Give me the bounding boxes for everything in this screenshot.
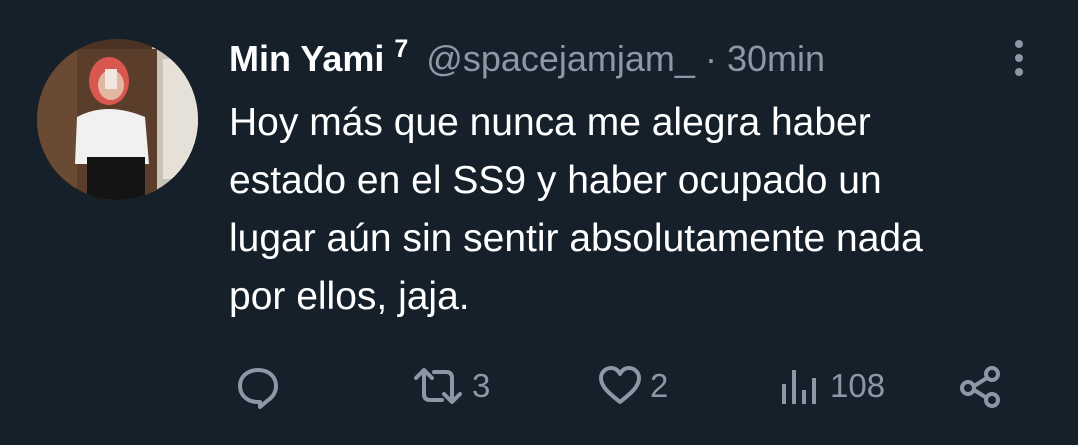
retweet-count: 3	[472, 367, 491, 404]
author-handle[interactable]: @spacejamjam_	[426, 38, 695, 80]
author-badge: 7	[394, 35, 409, 63]
tweet-header: Min Yami 7 @spacejamjam_ · 30min	[229, 35, 825, 88]
more-options-button[interactable]	[1004, 38, 1034, 78]
views-count: 108	[830, 367, 886, 404]
share-button[interactable]	[956, 358, 1004, 414]
tweet-actions: 3 2 108	[0, 358, 1078, 414]
reply-button[interactable]	[234, 358, 282, 414]
tweet-text-line: Hoy más que nunca me alegra haber	[229, 101, 871, 144]
tweet-text: Hoy más que nunca me alegra haber estado…	[229, 94, 1059, 326]
reply-icon	[238, 368, 278, 409]
views-button[interactable]: 108	[778, 358, 885, 414]
like-button[interactable]: 2	[596, 358, 668, 414]
share-icon	[960, 366, 1000, 408]
retweet-icon	[414, 368, 462, 404]
retweet-button[interactable]: 3	[410, 358, 490, 414]
like-count: 2	[650, 367, 669, 404]
heart-icon	[599, 366, 641, 404]
more-vertical-icon	[1015, 40, 1023, 76]
views-icon	[782, 370, 816, 404]
timestamp[interactable]: 30min	[727, 38, 825, 80]
avatar-photo	[37, 39, 198, 200]
author-name[interactable]: Min Yami	[229, 38, 384, 80]
avatar[interactable]	[37, 39, 198, 200]
tweet-text-line: lugar aún sin sentir absolutamente nada	[229, 217, 923, 260]
tweet-text-line: por ellos, jaja.	[229, 275, 470, 318]
tweet-text-line: estado en el SS9 y haber ocupado un	[229, 159, 882, 202]
separator-dot: ·	[704, 38, 717, 79]
